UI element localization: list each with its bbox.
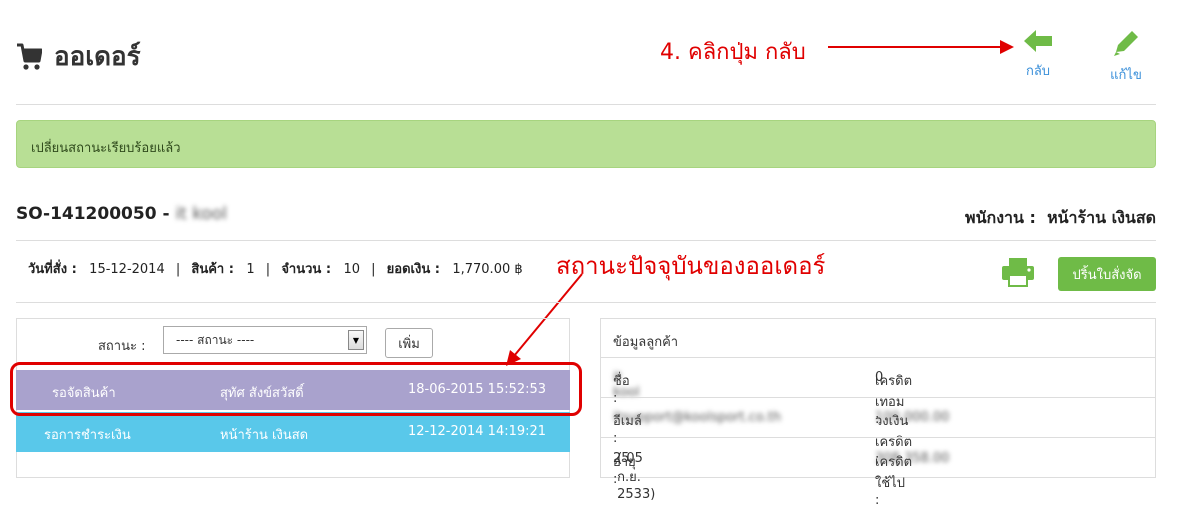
credit-used-value-blurred: 308,358.00 xyxy=(875,451,950,466)
page-title-text: ออเดอร์ xyxy=(54,42,141,72)
customer-heading: ข้อมูลลูกค้า xyxy=(613,335,679,350)
age-field: อายุ : 25 ( 05 ก.ย. 2533) xyxy=(613,451,655,502)
back-label: กลับ xyxy=(1025,64,1051,79)
status-history-row: รอจัดสินค้า สุทัศ สังข์สวัสดิ์ 18-06-201… xyxy=(16,370,570,410)
status-select[interactable]: ---- สถานะ ---- ▼ xyxy=(163,326,367,354)
quantity-value: 10 xyxy=(343,262,360,277)
products-label: สินค้า : xyxy=(191,262,234,277)
products-value: 1 xyxy=(246,262,255,277)
status-label: สถานะ : xyxy=(98,339,146,354)
status-datetime: 18-06-2015 15:52:53 xyxy=(408,382,547,397)
customer-row: อีเมล์ : itsupport@koolsport.co.th วงเงิ… xyxy=(601,397,1155,467)
step-annotation: 4. คลิกปุ่ม กลับ xyxy=(660,40,806,65)
success-alert: เปลี่ยนสถานะเรียบร้อยแล้ว xyxy=(16,120,1156,168)
order-number-text: SO-141200050 xyxy=(16,204,157,224)
alert-message: เปลี่ยนสถานะเรียบร้อยแล้ว xyxy=(31,141,181,156)
email-value-blurred: itsupport@koolsport.co.th xyxy=(613,410,782,425)
print-order-button[interactable]: ปริ้นใบสั่งจัด xyxy=(1058,257,1156,291)
staff-label: พนักงาน : xyxy=(965,208,1036,227)
customer-panel: ข้อมูลลูกค้า ชื่อ : it kool เครดิตเทอม :… xyxy=(600,318,1156,508)
pencil-icon xyxy=(1114,31,1138,56)
staff-value: หน้าร้าน เงินสด xyxy=(1047,208,1156,227)
chevron-down-icon[interactable]: ▼ xyxy=(348,330,364,350)
order-customer-blurred: it kool xyxy=(175,204,227,224)
name-value-blurred: it kool xyxy=(613,370,640,400)
status-history-row: รอการชำระเงิน หน้าร้าน เงินสด 12-12-2014… xyxy=(16,412,570,452)
edit-label: แก้ไข xyxy=(1110,68,1142,83)
edit-button[interactable]: แก้ไข xyxy=(1096,28,1156,85)
order-summary: วันที่สั่ง : 15-12-2014 | สินค้า : 1 | จ… xyxy=(28,262,523,277)
customer-row: ชื่อ : it kool เครดิตเทอม : 0 xyxy=(601,357,1155,427)
credit-term-value: 0 xyxy=(875,370,884,385)
page-title: ออเดอร์ xyxy=(16,36,141,77)
credit-limit-value-blurred: 100,000.00 xyxy=(875,410,950,425)
divider xyxy=(16,104,1156,105)
staff-info: พนักงาน : หน้าร้าน เงินสด xyxy=(965,206,1156,231)
annotation-arrow-line xyxy=(828,46,1004,48)
status-annotation: สถานะปัจจุบันของออเดอร์ xyxy=(556,252,826,280)
birth-date: ( 05 ก.ย. 2533) xyxy=(617,451,656,502)
status-by: หน้าร้าน เงินสด xyxy=(220,428,309,443)
order-date-value: 15-12-2014 xyxy=(89,262,165,277)
shopping-cart-icon xyxy=(17,43,42,70)
order-separator: - xyxy=(156,204,176,224)
divider xyxy=(16,302,1156,303)
add-status-button[interactable]: เพิ่ม xyxy=(385,328,433,358)
status-name: รอจัดสินค้า xyxy=(52,386,116,401)
back-button[interactable]: กลับ xyxy=(1008,28,1068,81)
printer-icon xyxy=(1002,258,1034,287)
order-number: SO-141200050 - it kool xyxy=(16,204,227,224)
status-datetime: 12-12-2014 14:19:21 xyxy=(408,424,547,439)
print-icon-button[interactable] xyxy=(1000,256,1036,288)
quantity-label: จำนวน : xyxy=(281,262,332,277)
arrow-left-icon xyxy=(1024,30,1052,52)
status-by: สุทัศ สังข์สวัสดิ์ xyxy=(220,386,304,401)
amount-label: ยอดเงิน : xyxy=(386,262,440,277)
divider xyxy=(16,240,1156,241)
status-select-value: ---- สถานะ ---- xyxy=(176,332,255,347)
status-name: รอการชำระเงิน xyxy=(44,428,131,443)
order-date-label: วันที่สั่ง : xyxy=(28,262,77,277)
